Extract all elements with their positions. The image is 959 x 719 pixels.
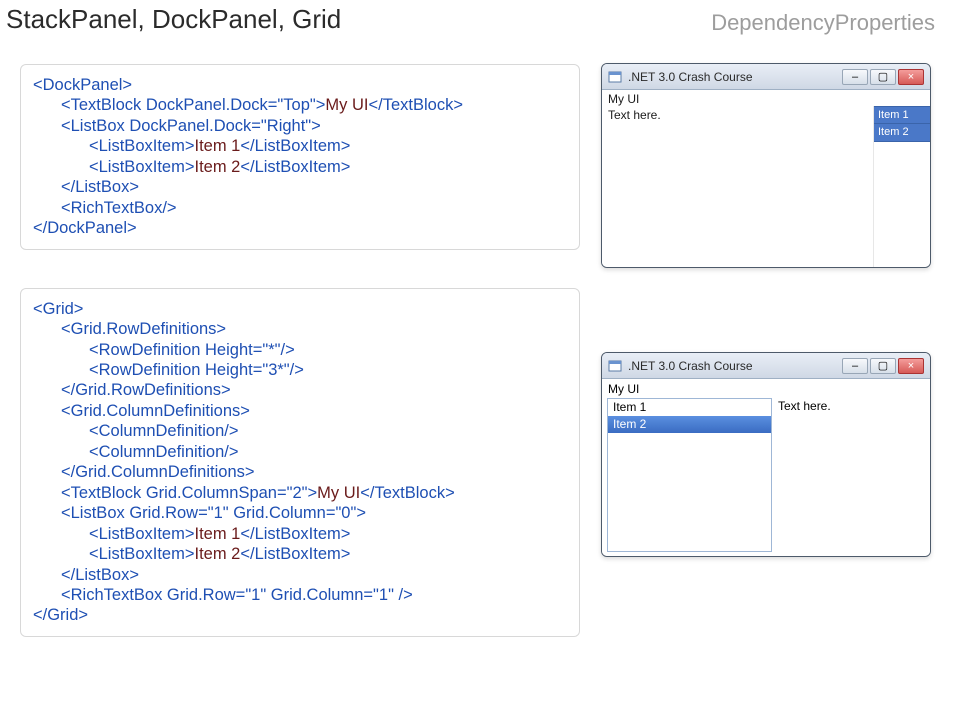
window-title: .NET 3.0 Crash Course [628, 70, 836, 84]
code-text: Item 2 [194, 158, 240, 176]
code-text: </ListBox> [61, 566, 139, 584]
code-text: <ListBox DockPanel.Dock="Right"> [61, 117, 321, 135]
code-text: </TextBlock> [368, 96, 462, 114]
list-item-selected[interactable]: Item 2 [608, 416, 771, 433]
code-text: </Grid.RowDefinitions> [61, 381, 231, 399]
close-icon: × [908, 360, 914, 372]
code-text: <ListBoxItem> [89, 525, 194, 543]
code-text: </DockPanel> [33, 219, 137, 237]
minimize-button[interactable]: – [842, 69, 868, 85]
richtextbox-text: Text here. [608, 108, 661, 122]
window-title: .NET 3.0 Crash Course [628, 359, 836, 373]
code-text: <Grid.RowDefinitions> [61, 320, 226, 338]
minimize-icon: – [852, 360, 858, 372]
slide-header: StackPanel, DockPanel, Grid DependencyPr… [0, 0, 959, 36]
code-text: <DockPanel> [33, 76, 132, 94]
code-text: Item 2 [194, 545, 240, 563]
code-text: <ColumnDefinition/> [89, 443, 239, 461]
code-text: Item 1 [194, 525, 240, 543]
code-text: </ListBoxItem> [240, 525, 350, 543]
code-text: <ColumnDefinition/> [89, 422, 239, 440]
code-text: <RichTextBox Grid.Row="1" Grid.Column="1… [61, 586, 413, 604]
code-block-dockpanel: <DockPanel> <TextBlock DockPanel.Dock="T… [20, 64, 580, 250]
richtextbox[interactable]: Text here. [602, 106, 874, 267]
window-body: My UI Item 1 Item 2 Text here. [602, 379, 930, 556]
app-icon [608, 359, 622, 373]
list-item[interactable]: Item 1 [608, 399, 771, 416]
richtextbox-text: Text here. [778, 399, 831, 413]
window-body: My UI Text here. Item 1 Item 2 [602, 90, 930, 267]
page-subtitle: DependencyProperties [711, 10, 935, 36]
code-text: My UI [325, 96, 368, 114]
app-icon [608, 70, 622, 84]
maximize-button[interactable]: ▢ [870, 358, 896, 374]
close-button[interactable]: × [898, 69, 924, 85]
page-title: StackPanel, DockPanel, Grid [6, 4, 341, 35]
maximize-icon: ▢ [878, 70, 888, 83]
code-text: <RowDefinition Height="3*"/> [89, 361, 304, 379]
code-text: <Grid> [33, 300, 83, 318]
code-text: My UI [317, 484, 360, 502]
minimize-icon: – [852, 71, 858, 83]
code-text: </ListBoxItem> [240, 545, 350, 563]
code-text: Item 1 [194, 137, 240, 155]
code-text: <RichTextBox/> [61, 199, 177, 217]
code-text: <ListBoxItem> [89, 158, 194, 176]
code-text: </ListBoxItem> [240, 158, 350, 176]
code-text: </ListBoxItem> [240, 137, 350, 155]
window-grid-preview: .NET 3.0 Crash Course – ▢ × My UI Item 1… [601, 352, 931, 557]
code-block-grid: <Grid> <Grid.RowDefinitions> <RowDefinit… [20, 288, 580, 637]
close-button[interactable]: × [898, 358, 924, 374]
grid-listbox[interactable]: Item 1 Item 2 [607, 398, 772, 552]
list-item[interactable]: Item 1 [874, 106, 930, 124]
window-titlebar[interactable]: .NET 3.0 Crash Course – ▢ × [602, 353, 930, 379]
code-text: <TextBlock Grid.ColumnSpan="2"> [61, 484, 317, 502]
code-text: <ListBoxItem> [89, 137, 194, 155]
richtextbox[interactable]: Text here. [772, 398, 930, 556]
dock-right-listbox[interactable]: Item 1 Item 2 [874, 106, 930, 267]
close-icon: × [908, 71, 914, 83]
maximize-button[interactable]: ▢ [870, 69, 896, 85]
maximize-icon: ▢ [878, 359, 888, 372]
grid-top-label: My UI [602, 379, 930, 396]
window-dockpanel-preview: .NET 3.0 Crash Course – ▢ × My UI Text h… [601, 63, 931, 268]
code-text: </ListBox> [61, 178, 139, 196]
dock-top-label: My UI [602, 90, 930, 106]
code-text: <Grid.ColumnDefinitions> [61, 402, 250, 420]
code-text: </Grid.ColumnDefinitions> [61, 463, 255, 481]
code-text: <ListBox Grid.Row="1" Grid.Column="0"> [61, 504, 366, 522]
code-text: <TextBlock DockPanel.Dock="Top"> [61, 96, 325, 114]
minimize-button[interactable]: – [842, 358, 868, 374]
code-text: </TextBlock> [360, 484, 454, 502]
window-titlebar[interactable]: .NET 3.0 Crash Course – ▢ × [602, 64, 930, 90]
code-text: <RowDefinition Height="*"/> [89, 341, 295, 359]
code-text: </Grid> [33, 606, 88, 624]
code-text: <ListBoxItem> [89, 545, 194, 563]
list-item[interactable]: Item 2 [874, 124, 930, 142]
